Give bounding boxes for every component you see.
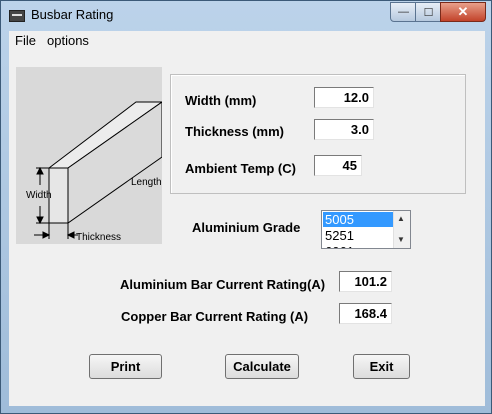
grade-option-5005[interactable]: 5005 [323,212,395,227]
width-input[interactable]: 12.0 [314,87,374,108]
print-button[interactable]: Print [89,354,162,379]
minimize-button[interactable]: — [390,2,417,22]
thickness-input[interactable]: 3.0 [314,119,374,140]
close-icon: ✕ [457,4,469,19]
ambient-temp-label: Ambient Temp (C) [185,161,296,176]
copper-rating-label: Copper Bar Current Rating (A) [121,309,309,324]
menu-options[interactable]: options [47,33,89,48]
title-bar[interactable]: Busbar Rating — ☐ ✕ [1,1,491,29]
ambient-temp-input[interactable]: 45 [314,155,362,176]
width-dimension-label: Width [26,190,52,201]
grade-option-5251[interactable]: 5251 [323,228,395,243]
copper-rating-value: 168.4 [339,303,392,324]
menu-file[interactable]: File [15,33,36,48]
thickness-label: Thickness (mm) [185,124,284,139]
scroll-down-icon[interactable]: ▼ [397,235,405,244]
busbar-diagram: Width Length Thickness [16,67,162,244]
scroll-up-icon[interactable]: ▲ [397,214,405,223]
window-title: Busbar Rating [31,7,114,22]
thickness-dimension-label: Thickness [76,232,122,243]
grade-option-6061[interactable]: 6061 [323,244,395,248]
menu-bar: File options [9,31,485,51]
width-label: Width (mm) [185,93,257,108]
aluminium-grade-list[interactable]: 5005 5251 6061 ▲ ▼ [321,210,411,249]
maximize-button[interactable]: ☐ [415,2,442,22]
calculate-button[interactable]: Calculate [225,354,299,379]
grade-list-scrollbar[interactable]: ▲ ▼ [393,211,410,248]
aluminium-rating-label: Aluminium Bar Current Rating(A) [120,277,326,292]
client-area: Width Length Thickness Width (mm) 12.0 T… [9,50,485,406]
aluminium-rating-value: 101.2 [339,271,392,292]
minimize-icon: — [398,6,409,18]
aluminium-grade-label: Aluminium Grade [192,220,301,235]
maximize-icon: ☐ [423,6,434,19]
length-dimension-label: Length [131,177,162,188]
busbar-drawing [34,101,162,239]
close-button[interactable]: ✕ [440,2,486,22]
app-window: Busbar Rating — ☐ ✕ File options Width L… [0,0,492,414]
exit-button[interactable]: Exit [353,354,410,379]
app-icon [9,10,25,22]
